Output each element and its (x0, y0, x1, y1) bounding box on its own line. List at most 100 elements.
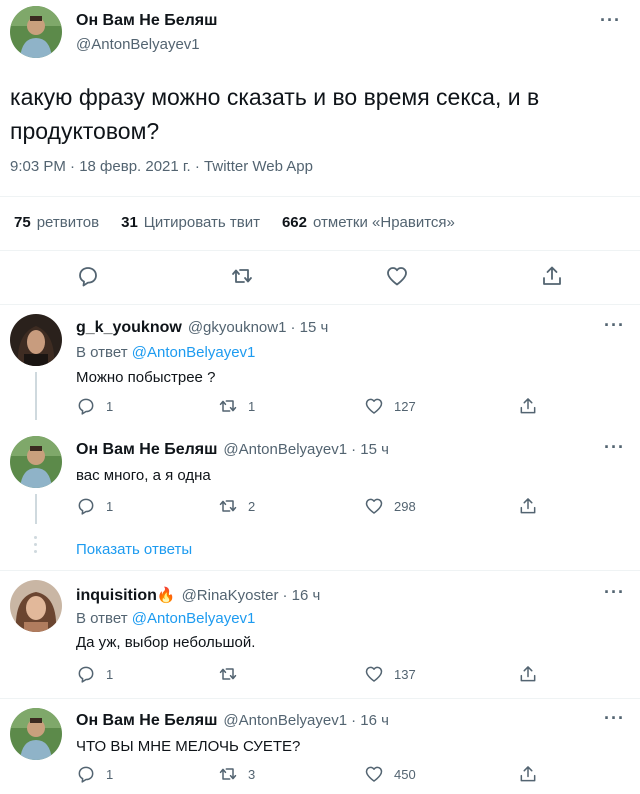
author-name[interactable]: inquisition (76, 587, 157, 605)
tweet-meta[interactable]: 9:03 PM · 18 февр. 2021 г. · Twitter Web… (10, 158, 313, 175)
share-button[interactable] (518, 396, 538, 416)
reply-button[interactable] (76, 264, 100, 288)
divider (0, 250, 640, 251)
retweet-button[interactable] (218, 664, 248, 684)
more-icon[interactable]: ··· (604, 315, 625, 336)
author-handle[interactable]: @gkyouknow1 (188, 319, 287, 336)
reply-time[interactable]: · 16 ч (283, 587, 321, 604)
reply-count: 1 (106, 398, 114, 414)
reply-count: 1 (106, 498, 114, 514)
reply-time[interactable]: · 16 ч (351, 712, 389, 729)
share-icon (520, 398, 536, 414)
author-handle[interactable]: @AntonBelyayev1 (76, 36, 200, 53)
reply-icon (78, 498, 94, 515)
author-name[interactable]: g_k_youknow (76, 319, 182, 337)
reply-header: Он Вам Не Беляш @AntonBelyayev1 · 15 ч (76, 441, 389, 459)
reply-to-handle[interactable]: @AntonBelyayev1 (132, 610, 256, 627)
author-handle[interactable]: @AntonBelyayev1 (223, 441, 347, 458)
author-handle[interactable]: @AntonBelyayev1 (223, 712, 347, 729)
tweet-text-line: какую фразу можно сказать и во время сек… (10, 84, 540, 110)
retweet-button[interactable] (230, 264, 254, 288)
divider (0, 570, 640, 571)
reply-text: Да уж, выбор небольшой. (76, 634, 256, 651)
like-count: 450 (394, 766, 416, 782)
reply-header: inquisition 🔥 @RinaKyoster · 16 ч (76, 586, 320, 605)
avatar[interactable] (10, 708, 62, 760)
show-replies-link[interactable]: Показать ответы (76, 541, 192, 558)
retweet-icon (232, 269, 252, 283)
like-count: 127 (394, 398, 416, 414)
reply-button[interactable]: 1 (76, 496, 113, 516)
fire-icon: 🔥 (156, 587, 176, 604)
retweet-icon (219, 768, 237, 780)
like-button[interactable]: 127 (364, 396, 416, 416)
like-button[interactable]: 137 (364, 664, 416, 684)
share-button[interactable] (518, 664, 538, 684)
like-count: 137 (394, 666, 416, 682)
more-icon[interactable]: ··· (600, 10, 621, 31)
reply-to-prefix: В ответ (76, 610, 128, 627)
quotes-label[interactable]: Цитировать твит (144, 214, 260, 231)
reply-text: Можно побыстрее ? (76, 369, 216, 386)
reply-button[interactable]: 1 (76, 396, 113, 416)
reply-icon (79, 267, 97, 287)
avatar[interactable] (10, 314, 62, 366)
share-icon (520, 666, 536, 682)
more-icon[interactable]: ··· (604, 582, 625, 603)
tweet-text: какую фразу можно сказать и во время сек… (10, 80, 539, 148)
retweets-label[interactable]: ретвитов (37, 214, 99, 231)
reply-button[interactable]: 1 (76, 664, 113, 684)
like-button[interactable] (385, 264, 409, 288)
retweet-button[interactable]: 1 (218, 396, 255, 416)
reply-time[interactable]: · 15 ч (351, 441, 389, 458)
share-icon (543, 266, 561, 285)
reply-text: вас много, а я одна (76, 467, 211, 484)
share-icon (520, 766, 536, 782)
like-button[interactable]: 450 (364, 764, 416, 784)
share-button[interactable] (540, 264, 564, 288)
share-button[interactable] (518, 764, 538, 784)
reply-icon (78, 666, 94, 683)
retweet-button[interactable]: 3 (218, 764, 255, 784)
reply-time[interactable]: · 15 ч (290, 319, 328, 336)
retweet-button[interactable]: 2 (218, 496, 255, 516)
author-name[interactable]: Он Вам Не Беляш (76, 12, 217, 30)
reply-count: 1 (106, 766, 114, 782)
divider (0, 196, 640, 197)
share-button[interactable] (518, 496, 538, 516)
more-icon[interactable]: ··· (604, 437, 625, 458)
avatar[interactable] (10, 436, 62, 488)
likes-count[interactable]: 662 (282, 214, 307, 231)
divider (0, 304, 640, 305)
quotes-count[interactable]: 31 (121, 214, 138, 231)
retweets-count[interactable]: 75 (14, 214, 31, 231)
retweet-icon (219, 400, 237, 412)
reply-header: g_k_youknow @gkyouknow1 · 15 ч (76, 319, 328, 337)
reply-to-handle[interactable]: @AntonBelyayev1 (132, 344, 256, 361)
tweet-text-line: продуктовом? (10, 118, 160, 144)
retweet-count: 1 (248, 398, 256, 414)
thread-line (35, 494, 37, 524)
retweet-icon (219, 500, 237, 512)
avatar[interactable] (10, 580, 62, 632)
like-icon (387, 267, 407, 286)
reply-to-prefix: В ответ (76, 344, 128, 361)
retweet-icon (219, 668, 237, 680)
reply-button[interactable]: 1 (76, 764, 113, 784)
author-handle[interactable]: @RinaKyoster (182, 587, 279, 604)
tweet-stats: 75 ретвитов 31 Цитировать твит 662 отмет… (14, 214, 455, 231)
avatar[interactable] (10, 6, 62, 58)
thread-dots (34, 536, 38, 553)
share-icon (520, 498, 536, 514)
like-icon (365, 498, 383, 514)
thread-line (35, 372, 37, 420)
like-icon (365, 766, 383, 782)
reply-icon (78, 766, 94, 783)
author-name[interactable]: Он Вам Не Беляш (76, 712, 217, 730)
author-name[interactable]: Он Вам Не Беляш (76, 441, 217, 459)
reply-icon (78, 398, 94, 415)
like-button[interactable]: 298 (364, 496, 416, 516)
more-icon[interactable]: ··· (604, 708, 625, 729)
likes-label[interactable]: отметки «Нравится» (313, 214, 455, 231)
reply-text: ЧТО ВЫ МНЕ МЕЛОЧЬ СУЕТЕ? (76, 738, 301, 755)
